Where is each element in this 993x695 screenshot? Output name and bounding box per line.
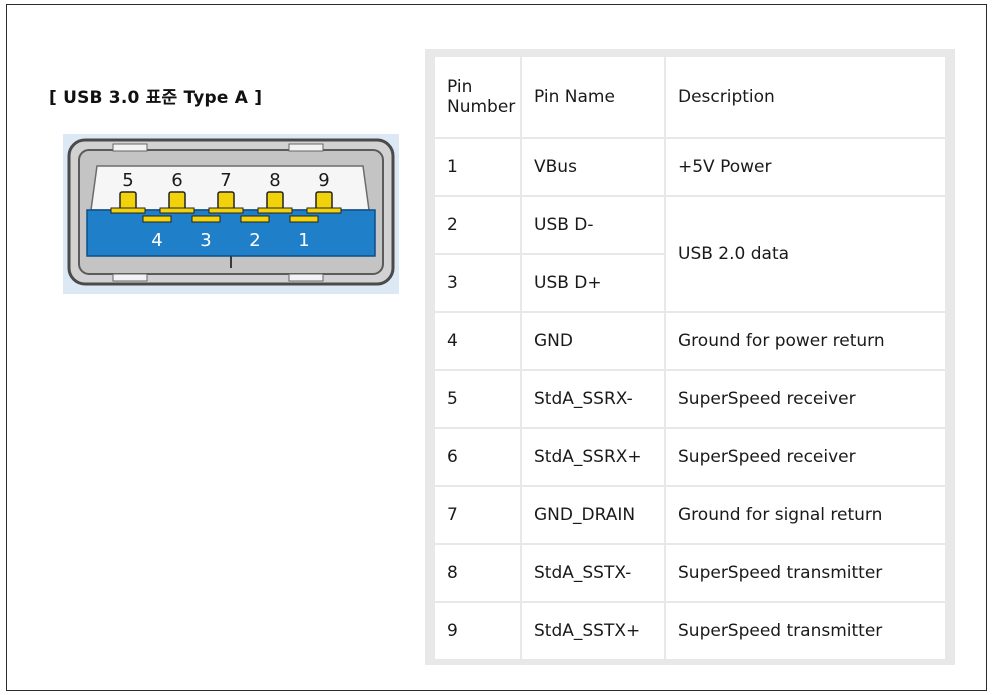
page-title: [ USB 3.0 표준 Type A ] [49,88,263,108]
cell-description: SuperSpeed receiver [666,429,945,485]
shell-latch [288,143,324,152]
cell-description: SuperSpeed transmitter [666,545,945,601]
cell-pin-number: 2 [435,197,520,253]
shell-latch [112,143,148,152]
cell-description: SuperSpeed receiver [666,371,945,427]
cell-pin-name: StdA_SSTX+ [522,603,664,659]
cell-pin-name: StdA_SSTX- [522,545,664,601]
table-row: 9 StdA_SSTX+ SuperSpeed transmitter [435,603,945,659]
cell-description: SuperSpeed transmitter [666,603,945,659]
table-row: 2 USB D- USB 2.0 data [435,197,945,311]
pin-label-top: 6 [171,170,182,191]
cell-description: USB 2.0 data [666,197,945,311]
usb-connector-diagram: 5 6 7 8 9 4 3 2 1 [63,134,399,294]
pin-label-bottom: 4 [151,230,162,251]
table-row: 1 VBus +5V Power [435,139,945,195]
cell-pin-number: 4 [435,313,520,369]
cell-pin-number: 3 [435,255,520,311]
cell-pin-number: 9 [435,603,520,659]
table-row: 6 StdA_SSRX+ SuperSpeed receiver [435,429,945,485]
table-row: 4 GND Ground for power return [435,313,945,369]
pin-label-bottom: 2 [249,230,260,251]
pin-label-top: 7 [220,170,231,191]
cell-pin-name: VBus [522,139,664,195]
table-header-row: Pin Number Pin Name Description [435,57,945,137]
pin-label-top: 5 [122,170,133,191]
header-pin-name: Pin Name [522,57,664,137]
shell-latch [288,273,324,282]
document-frame: [ USB 3.0 표준 Type A ] 5 6 7 8 9 4 3 2 1 … [6,4,987,691]
cell-pin-name: USB D+ [522,255,664,311]
shell-latch [112,273,148,282]
pin-label-bottom: 1 [298,230,309,251]
cell-pin-number: 8 [435,545,520,601]
insulator-tongue [86,209,376,257]
cell-pin-name: USB D- [522,197,664,253]
pin-label-bottom: 3 [200,230,211,251]
cell-pin-name: GND_DRAIN [522,487,664,543]
pin-label-top: 8 [269,170,280,191]
cell-description: Ground for signal return [666,487,945,543]
table-row: 8 StdA_SSTX- SuperSpeed transmitter [435,545,945,601]
cell-pin-number: 1 [435,139,520,195]
cell-pin-name: StdA_SSRX- [522,371,664,427]
header-pin-number: Pin Number [435,57,520,137]
cell-description: +5V Power [666,139,945,195]
table-row: 5 StdA_SSRX- SuperSpeed receiver [435,371,945,427]
pin-label-top: 9 [318,170,329,191]
pinout-table: Pin Number Pin Name Description 1 VBus +… [433,55,947,661]
cell-pin-name: StdA_SSRX+ [522,429,664,485]
header-description: Description [666,57,945,137]
pinout-table-container: Pin Number Pin Name Description 1 VBus +… [425,49,955,665]
cell-pin-number: 7 [435,487,520,543]
cell-pin-number: 6 [435,429,520,485]
cell-description: Ground for power return [666,313,945,369]
cell-pin-name: GND [522,313,664,369]
cell-pin-number: 5 [435,371,520,427]
table-row: 7 GND_DRAIN Ground for signal return [435,487,945,543]
